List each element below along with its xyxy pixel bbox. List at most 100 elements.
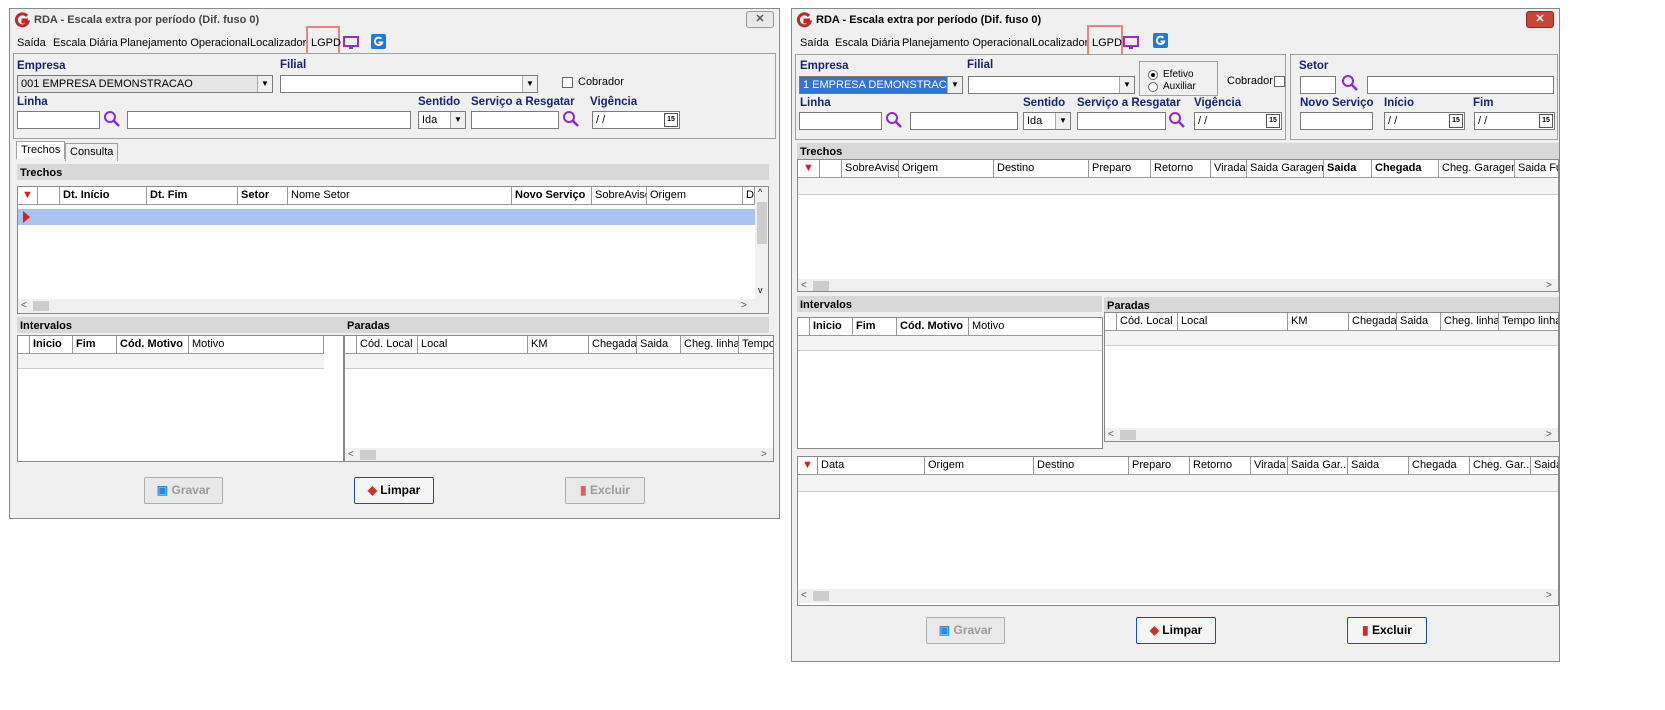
- scroll-thumb[interactable]: [360, 450, 376, 460]
- col-fim[interactable]: Fim: [73, 336, 117, 354]
- cobrador-checkbox[interactable]: [1274, 76, 1285, 87]
- servico-input[interactable]: [1077, 112, 1166, 130]
- scroll-left-icon[interactable]: <: [348, 449, 354, 460]
- linha-code-input[interactable]: [17, 111, 100, 129]
- col-cheg-linha[interactable]: Cheg. linha: [681, 336, 739, 354]
- col-saida-garagem[interactable]: Saida Gar...: [1288, 457, 1348, 475]
- chevron-down-icon[interactable]: ▼: [257, 76, 272, 92]
- menu-localizador[interactable]: Localizador: [1032, 37, 1088, 49]
- scroll-up-icon[interactable]: ^: [758, 187, 762, 197]
- col-preparo[interactable]: Preparo: [1089, 160, 1151, 178]
- monitor-icon[interactable]: [1123, 35, 1139, 51]
- tab-trechos[interactable]: Trechos: [16, 141, 66, 159]
- horizontal-scrollbar[interactable]: < >: [18, 299, 768, 313]
- col-local[interactable]: Local: [418, 336, 528, 354]
- app-shortcut-icon[interactable]: [1153, 33, 1168, 48]
- table-row[interactable]: [18, 209, 755, 225]
- col-cheg-garagem[interactable]: Cheg. Garagem: [1439, 160, 1515, 178]
- table-row[interactable]: [798, 475, 1558, 492]
- col-cod-motivo[interactable]: Cód. Motivo: [117, 336, 189, 354]
- scroll-down-icon[interactable]: v: [758, 285, 763, 295]
- table-row[interactable]: [18, 354, 324, 369]
- col-setor[interactable]: Setor: [238, 187, 288, 205]
- col-km[interactable]: KM: [528, 336, 589, 354]
- limpar-button[interactable]: ◆ Limpar: [354, 477, 434, 504]
- col-tempo[interactable]: Tempo: [739, 336, 773, 354]
- col-cheg-garagem[interactable]: Cheg. Gar...: [1470, 457, 1531, 475]
- scroll-right-icon[interactable]: >: [761, 449, 767, 460]
- efetivo-radio[interactable]: [1148, 70, 1158, 80]
- col-chegada[interactable]: Chegada: [1372, 160, 1439, 178]
- chevron-down-icon[interactable]: ▼: [450, 112, 465, 128]
- auxiliar-radio[interactable]: [1148, 82, 1158, 92]
- calendar-icon[interactable]: 15: [1449, 114, 1463, 128]
- col-preparo[interactable]: Preparo: [1129, 457, 1190, 475]
- calendar-icon[interactable]: 15: [664, 113, 678, 127]
- col-origem[interactable]: Origem: [647, 187, 743, 205]
- scroll-left-icon[interactable]: <: [801, 280, 807, 291]
- scroll-thumb[interactable]: [33, 301, 49, 311]
- horizontal-scrollbar[interactable]: < >: [1105, 428, 1558, 441]
- col-nome-setor[interactable]: Nome Setor: [288, 187, 512, 205]
- table-row[interactable]: [798, 336, 1102, 351]
- monitor-icon[interactable]: [343, 35, 359, 51]
- menu-localizador[interactable]: Localizador: [250, 37, 306, 49]
- vertical-scrollbar[interactable]: ^ v: [755, 187, 768, 299]
- menu-saida[interactable]: Saída: [17, 37, 46, 49]
- cobrador-checkbox[interactable]: [562, 77, 573, 88]
- horizontal-scrollbar[interactable]: < >: [798, 589, 1558, 603]
- col-inicio[interactable]: Inicio: [810, 318, 853, 336]
- tab-consulta[interactable]: Consulta: [65, 143, 119, 161]
- col-destino[interactable]: Destino: [1034, 457, 1129, 475]
- search-icon[interactable]: [1341, 74, 1359, 92]
- scroll-left-icon[interactable]: <: [801, 590, 807, 601]
- calendar-icon[interactable]: 15: [1539, 114, 1553, 128]
- filial-select[interactable]: ▼: [280, 75, 538, 93]
- scroll-left-icon[interactable]: <: [21, 300, 27, 311]
- col-saida[interactable]: Saida: [1324, 160, 1372, 178]
- sort-arrow-icon[interactable]: ▼: [798, 160, 820, 178]
- col-fim[interactable]: Fim: [853, 318, 897, 336]
- col-de[interactable]: De: [743, 187, 755, 205]
- col-tempo-linha[interactable]: Tempo linha: [1499, 313, 1558, 331]
- col-destino[interactable]: Destino: [994, 160, 1089, 178]
- search-icon[interactable]: [562, 110, 580, 128]
- limpar-button[interactable]: ◆ Limpar: [1136, 617, 1216, 644]
- col-inicio[interactable]: Inicio: [30, 336, 73, 354]
- empresa-select[interactable]: 1 EMPRESA DEMONSTRACAO ▼: [799, 76, 963, 94]
- col-cod-local[interactable]: Cód. Local: [357, 336, 418, 354]
- menu-planejamento[interactable]: Planejamento Operacional: [902, 37, 1032, 49]
- col-origem[interactable]: Origem: [925, 457, 1034, 475]
- excluir-button[interactable]: ▮ Excluir: [565, 477, 645, 504]
- search-icon[interactable]: [103, 110, 121, 128]
- col-motivo[interactable]: Motivo: [189, 336, 324, 354]
- col-chegada[interactable]: Chegada: [1409, 457, 1470, 475]
- setor-name-input[interactable]: [1367, 76, 1554, 94]
- col-dt-fim[interactable]: Dt. Fim: [147, 187, 238, 205]
- col-sobreaviso[interactable]: SobreAviso: [592, 187, 647, 205]
- scroll-right-icon[interactable]: >: [1546, 280, 1552, 291]
- table-row[interactable]: [345, 354, 773, 369]
- col-km[interactable]: KM: [1288, 313, 1349, 331]
- menu-escala-diaria[interactable]: Escala Diária: [835, 37, 900, 49]
- novo-servico-input[interactable]: [1300, 112, 1373, 130]
- app-shortcut-icon[interactable]: [371, 34, 386, 49]
- horizontal-scrollbar[interactable]: < >: [345, 448, 773, 461]
- scroll-thumb[interactable]: [1120, 430, 1136, 440]
- menu-saida[interactable]: Saída: [800, 37, 829, 49]
- menu-planejamento[interactable]: Planejamento Operacional: [120, 37, 250, 49]
- col-dt-inicio[interactable]: Dt. Início: [60, 187, 147, 205]
- servico-input[interactable]: [471, 111, 559, 129]
- sort-arrow-icon[interactable]: ▼: [798, 457, 818, 475]
- sort-arrow-icon[interactable]: ▼: [18, 187, 38, 205]
- excluir-button[interactable]: ▮ Excluir: [1347, 617, 1427, 644]
- scroll-thumb[interactable]: [757, 202, 767, 244]
- menu-lgpd[interactable]: LGPD: [1092, 37, 1122, 49]
- col-cod-motivo[interactable]: Cód. Motivo: [897, 318, 969, 336]
- filial-select[interactable]: ▼: [968, 76, 1135, 94]
- col-virada[interactable]: Virada: [1251, 457, 1288, 475]
- col-motivo[interactable]: Motivo: [969, 318, 1102, 336]
- sentido-select[interactable]: Ida ▼: [1023, 112, 1071, 130]
- chevron-down-icon[interactable]: ▼: [1119, 77, 1134, 93]
- linha-code-input[interactable]: [799, 112, 882, 130]
